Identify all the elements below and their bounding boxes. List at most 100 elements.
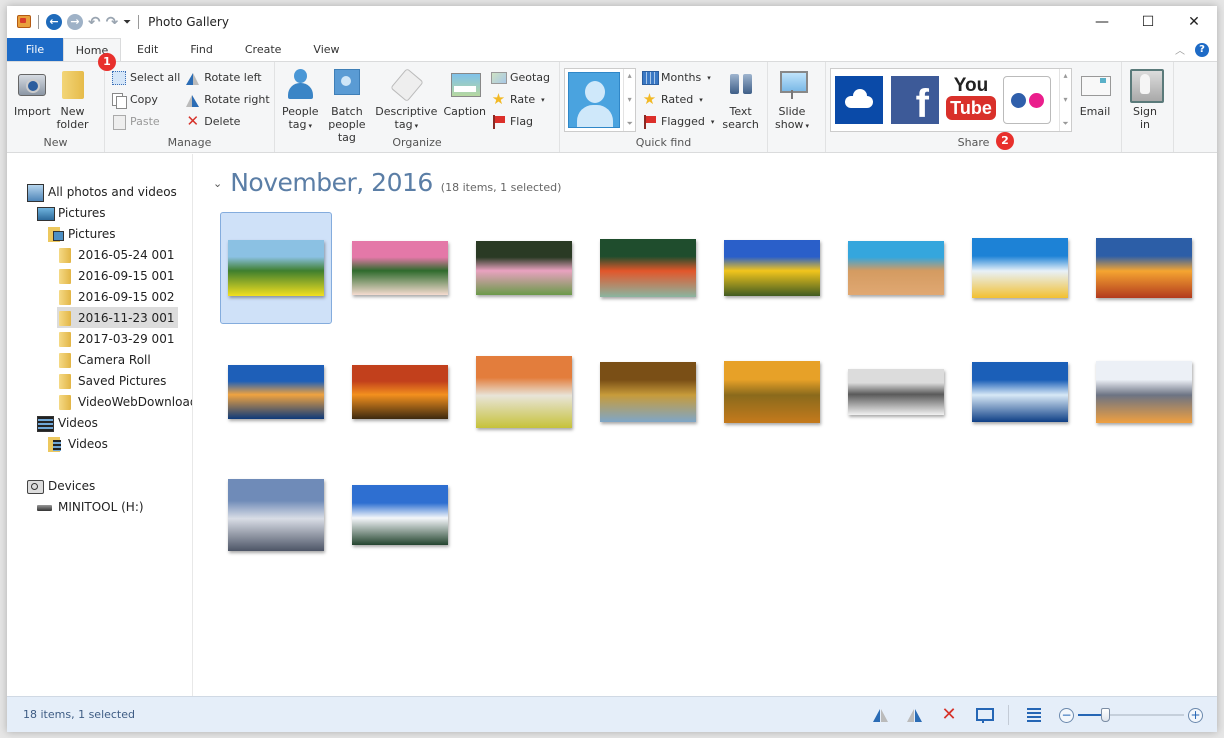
help-icon[interactable]: ? xyxy=(1195,42,1209,57)
caption-button[interactable]: Caption xyxy=(440,66,488,120)
photo-thumbnail[interactable] xyxy=(1096,361,1192,423)
share-gallery-scroll[interactable]: ▴ ▾ ⏷ xyxy=(1059,69,1071,131)
zoom-slider-thumb[interactable] xyxy=(1100,708,1110,722)
zoom-in-button[interactable]: + xyxy=(1188,707,1203,723)
photo-thumbnail[interactable] xyxy=(476,241,572,295)
youtube-share-button[interactable]: You Tube xyxy=(946,76,996,124)
rotate-left-icon[interactable] xyxy=(872,706,890,724)
photo-thumbnail[interactable] xyxy=(972,362,1068,422)
back-arrow-icon[interactable]: ← xyxy=(46,14,62,30)
nav-device-item[interactable]: MINITOOL (H:) xyxy=(37,496,148,517)
nav-item[interactable]: Camera Roll xyxy=(57,349,155,370)
photo-thumbnail-cell[interactable] xyxy=(592,336,704,448)
paste-button[interactable]: Paste xyxy=(111,113,180,130)
photo-thumbnail-cell[interactable] xyxy=(468,336,580,448)
tab-home[interactable]: Home 1 xyxy=(63,38,121,71)
nav-item[interactable]: All photos and videos xyxy=(27,181,181,202)
select-all-button[interactable]: Select all xyxy=(111,69,180,86)
photo-thumbnail[interactable] xyxy=(848,369,944,415)
copy-button[interactable]: Copy xyxy=(111,91,180,109)
rate-button[interactable]: ★ Rate ▾ xyxy=(491,91,550,108)
flag-button[interactable]: Flag xyxy=(491,113,550,130)
photo-thumbnail[interactable] xyxy=(352,241,448,295)
photo-thumbnail-cell[interactable] xyxy=(1088,336,1200,448)
photo-thumbnail-cell[interactable] xyxy=(964,212,1076,324)
gallery-scroll[interactable]: ▴ ▾ ⏷ xyxy=(623,69,635,131)
customize-toolbar-icon[interactable]: ⏷ xyxy=(123,17,131,28)
photo-thumbnail[interactable] xyxy=(724,240,820,296)
photo-thumbnail-cell[interactable] xyxy=(716,336,828,448)
sign-in-button[interactable]: Sign in xyxy=(1126,66,1164,133)
nav-item[interactable]: 2016-09-15 001 xyxy=(57,265,178,286)
slide-show-button[interactable]: Slide show ▾ xyxy=(772,66,812,135)
photo-thumbnail-cell[interactable] xyxy=(1088,212,1200,324)
nav-devices-header[interactable]: Devices xyxy=(27,475,99,496)
photo-thumbnail-cell[interactable] xyxy=(344,459,456,571)
text-search-button[interactable]: Text search xyxy=(719,66,762,133)
tab-view[interactable]: View xyxy=(297,38,355,61)
facebook-share-button[interactable]: f xyxy=(891,76,939,124)
photo-thumbnail[interactable] xyxy=(228,365,324,419)
scroll-down-icon[interactable]: ▾ xyxy=(628,95,632,104)
photo-thumbnail[interactable] xyxy=(228,479,324,551)
photo-thumbnail[interactable] xyxy=(352,365,448,419)
tab-edit[interactable]: Edit xyxy=(121,38,174,61)
gallery-more-icon[interactable]: ⏷ xyxy=(1062,119,1068,129)
photo-thumbnail[interactable] xyxy=(972,238,1068,298)
rotate-right-icon[interactable] xyxy=(906,706,924,724)
photo-thumbnail[interactable] xyxy=(352,485,448,545)
photo-thumbnail-cell[interactable] xyxy=(716,212,828,324)
rotate-left-button[interactable]: Rotate left xyxy=(185,69,269,86)
photo-thumbnail-cell[interactable] xyxy=(468,212,580,324)
nav-item[interactable]: VideoWebDownloader xyxy=(57,391,192,412)
photo-thumbnail-cell[interactable] xyxy=(344,212,456,324)
people-gallery[interactable]: ▴ ▾ ⏷ xyxy=(564,68,636,132)
email-button[interactable]: Email xyxy=(1076,66,1114,120)
batch-people-tag-button[interactable]: Batch people tag xyxy=(322,66,373,146)
photo-thumbnail-cell[interactable] xyxy=(344,336,456,448)
nav-item[interactable]: 2017-03-29 001 xyxy=(57,328,178,349)
onedrive-share-button[interactable] xyxy=(835,76,883,124)
photo-thumbnail[interactable] xyxy=(1096,238,1192,298)
nav-item[interactable]: Saved Pictures xyxy=(57,370,170,391)
geotag-button[interactable]: Geotag xyxy=(490,69,550,86)
nav-item[interactable]: Pictures xyxy=(47,223,120,244)
rated-button[interactable]: ★ Rated ▾ xyxy=(642,91,714,108)
tab-find[interactable]: Find xyxy=(174,38,229,61)
photo-thumbnail-cell[interactable] xyxy=(220,459,332,571)
tab-file[interactable]: File xyxy=(7,38,63,61)
gallery-more-icon[interactable]: ⏷ xyxy=(626,119,632,129)
months-button[interactable]: Months ▾ xyxy=(642,69,714,86)
details-view-icon[interactable] xyxy=(1025,706,1043,724)
delete-button[interactable]: ✕ Delete xyxy=(185,113,269,130)
collapse-chevron-icon[interactable]: ⌄ xyxy=(213,177,222,190)
redo-icon[interactable]: ↷ xyxy=(106,14,119,30)
photo-thumbnail-cell[interactable] xyxy=(220,212,332,324)
photo-thumbnail[interactable] xyxy=(724,361,820,423)
photo-thumbnail[interactable] xyxy=(600,362,696,422)
zoom-slider[interactable] xyxy=(1078,708,1184,722)
nav-item[interactable]: 2016-05-24 001 xyxy=(57,244,178,265)
nav-item[interactable]: Pictures xyxy=(37,202,110,223)
delete-icon[interactable]: ✕ xyxy=(940,706,958,724)
scroll-up-icon[interactable]: ▴ xyxy=(628,71,632,80)
maximize-button[interactable]: ☐ xyxy=(1125,6,1171,38)
photo-thumbnail-cell[interactable] xyxy=(840,212,952,324)
photo-thumbnail[interactable] xyxy=(228,240,324,296)
date-group-header[interactable]: ⌄ November, 2016 (18 items, 1 selected) xyxy=(213,168,561,197)
photo-thumbnail-cell[interactable] xyxy=(840,336,952,448)
photo-thumbnail-cell[interactable] xyxy=(592,212,704,324)
minimize-button[interactable]: — xyxy=(1079,6,1125,38)
people-tag-button[interactable]: People tag ▾ xyxy=(279,66,322,135)
rotate-right-button[interactable]: Rotate right xyxy=(185,91,270,108)
zoom-out-button[interactable]: − xyxy=(1059,707,1074,723)
slide-show-icon[interactable] xyxy=(974,706,994,724)
photo-thumbnail[interactable] xyxy=(476,356,572,428)
new-folder-button[interactable]: New folder xyxy=(54,66,92,133)
photo-thumbnail[interactable] xyxy=(848,241,944,295)
flagged-button[interactable]: Flagged ▾ xyxy=(642,113,714,130)
nav-item[interactable]: 2016-11-23 001 xyxy=(57,307,179,328)
descriptive-tag-button[interactable]: Descriptive tag ▾ xyxy=(372,66,440,135)
undo-icon[interactable]: ↶ xyxy=(88,14,101,30)
import-button[interactable]: Import xyxy=(11,66,54,120)
